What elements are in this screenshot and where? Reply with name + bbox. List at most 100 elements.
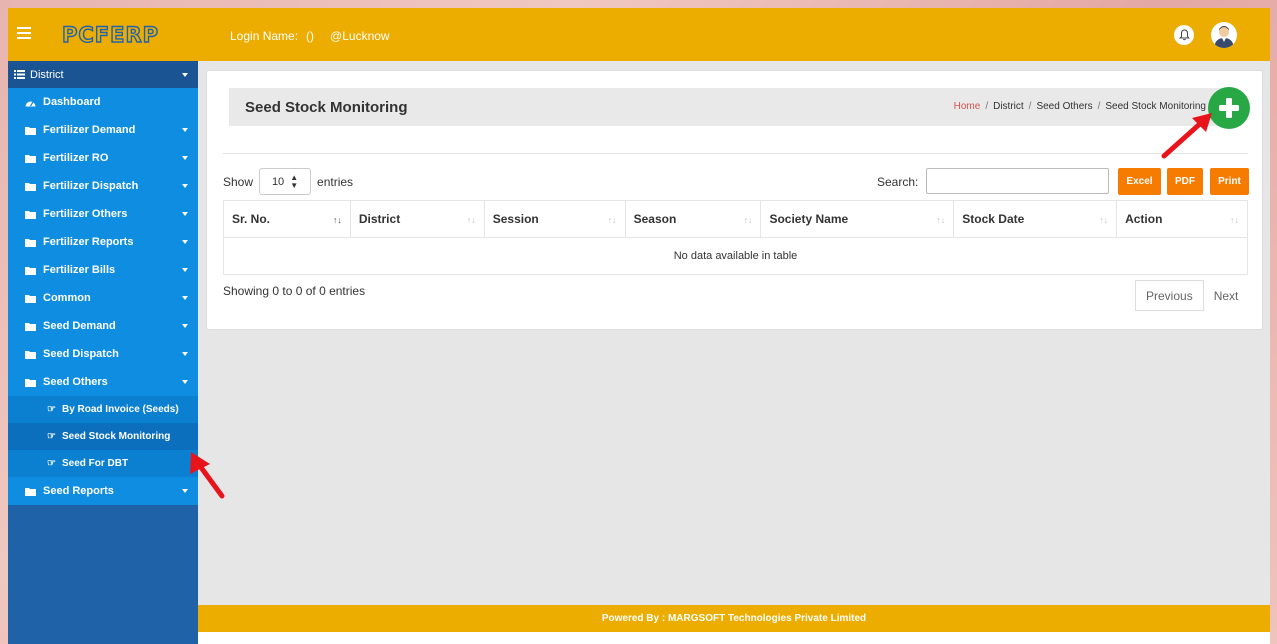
folder-icon xyxy=(25,350,37,359)
sidebar-item-label: Seed Reports xyxy=(43,485,114,497)
footer-text: Powered By : MARGSOFT Technologies Priva… xyxy=(601,613,867,624)
chevron-down-icon xyxy=(182,73,188,77)
sort-icon: ↑↓ xyxy=(936,215,946,225)
sidebar-item-fertilizer-ro[interactable]: Fertilizer RO xyxy=(8,144,198,172)
content-card: Seed Stock Monitoring Home / District / Seed… xyxy=(206,70,1263,330)
column-header-session[interactable]: Session ↑↓ xyxy=(483,200,626,238)
divider xyxy=(223,153,1248,154)
hand-pointer-icon: ☞ xyxy=(47,458,56,469)
sidebar-subitem-seed-stock-monitoring[interactable]: ☞ Seed Stock Monitoring xyxy=(8,423,198,450)
folder-icon xyxy=(25,378,37,387)
column-header-action[interactable]: Action ↑↓ xyxy=(1116,200,1248,238)
footer-strip xyxy=(198,632,1270,644)
sidebar-item-label: Dashboard xyxy=(43,96,101,108)
sidebar-subitem-seed-for-dbt[interactable]: ☞ Seed For DBT xyxy=(8,450,198,477)
page-header: Seed Stock Monitoring Home / District / Seed… xyxy=(229,88,1238,126)
sort-icon: ↑↓ xyxy=(1099,215,1109,225)
folder-icon xyxy=(25,487,37,496)
hand-pointer-icon: ☞ xyxy=(47,404,56,415)
chevron-down-icon xyxy=(182,128,188,132)
login-location: @Lucknow xyxy=(330,29,390,43)
sort-icon: ↑↓ xyxy=(466,215,476,225)
bell-icon[interactable] xyxy=(1174,25,1194,45)
sidebar-section-district[interactable]: District xyxy=(8,61,198,88)
annotation-arrow-icon xyxy=(190,452,225,499)
excel-button[interactable]: Excel xyxy=(1118,168,1161,195)
sidebar-item-dashboard[interactable]: Dashboard xyxy=(8,88,198,116)
app-logo[interactable]: PCFERP xyxy=(61,23,159,46)
page-title: Seed Stock Monitoring xyxy=(245,98,408,116)
chevron-down-icon xyxy=(182,184,188,188)
pagination: Previous Next xyxy=(1135,280,1249,311)
breadcrumb-district[interactable]: District xyxy=(993,101,1024,112)
sidebar-item-label: Seed Demand xyxy=(43,320,116,332)
sidebar-item-common[interactable]: Common xyxy=(8,284,198,312)
sidebar-item-label: Seed Others xyxy=(43,376,108,388)
login-info: Login Name: () @Lucknow xyxy=(230,29,390,43)
sidebar-item-label: Fertilizer Bills xyxy=(43,264,116,276)
top-header: PCFERP Login Name: () @Lucknow xyxy=(8,8,1270,61)
sidebar-item-fertilizer-reports[interactable]: Fertilizer Reports xyxy=(8,228,198,256)
dashboard-icon xyxy=(25,98,37,107)
sidebar-item-fertilizer-others[interactable]: Fertilizer Others xyxy=(8,200,198,228)
print-button[interactable]: Print xyxy=(1210,168,1249,195)
sidebar-item-label: Fertilizer Others xyxy=(43,208,128,220)
user-avatar-icon[interactable] xyxy=(1211,22,1237,48)
table-info: Showing 0 to 0 of 0 entries xyxy=(223,284,366,298)
breadcrumb-home[interactable]: Home xyxy=(954,101,981,112)
select-arrows-icon: ▲ ▼ xyxy=(290,172,299,190)
chevron-down-icon xyxy=(182,380,188,384)
column-header-stock-date[interactable]: Stock Date ↑↓ xyxy=(953,200,1117,238)
sidebar-item-label: Common xyxy=(43,292,91,304)
sidebar-subitem-label: Seed Stock Monitoring xyxy=(61,431,171,442)
entries-label: entries xyxy=(317,174,354,189)
chevron-down-icon xyxy=(182,324,188,328)
footer: Powered By : MARGSOFT Technologies Priva… xyxy=(198,605,1270,632)
list-icon xyxy=(14,70,25,79)
folder-icon xyxy=(25,294,37,303)
empty-table-message: No data available in table xyxy=(223,237,1248,275)
sidebar: District Dashboard Fertilizer Demand Fer… xyxy=(8,61,198,644)
sort-icon: ↑↓ xyxy=(1230,215,1239,225)
column-header-district[interactable]: District ↑↓ xyxy=(349,200,485,238)
data-table: Sr. No. ↑↓ District ↑↓ Session ↑↓ Season ↑↓ … xyxy=(223,200,1248,275)
folder-icon xyxy=(25,126,37,135)
menu-toggle-icon[interactable] xyxy=(17,27,31,39)
sidebar-item-label: Fertilizer RO xyxy=(43,152,109,164)
folder-icon xyxy=(25,182,37,191)
sidebar-item-seed-others[interactable]: Seed Others xyxy=(8,368,198,396)
chevron-down-icon xyxy=(182,352,188,356)
previous-page-button[interactable]: Previous xyxy=(1135,280,1204,311)
breadcrumb-seed-others[interactable]: Seed Others xyxy=(1036,101,1092,112)
sidebar-section-label: District xyxy=(30,68,64,81)
annotation-arrow-icon xyxy=(1161,113,1212,159)
sidebar-item-fertilizer-demand[interactable]: Fertilizer Demand xyxy=(8,116,198,144)
sidebar-subitem-label: By Road Invoice (Seeds) xyxy=(61,404,179,415)
column-header-society-name[interactable]: Society Name ↑↓ xyxy=(760,200,954,238)
sidebar-item-fertilizer-dispatch[interactable]: Fertilizer Dispatch xyxy=(8,172,198,200)
login-user: () xyxy=(306,29,315,43)
chevron-down-icon xyxy=(182,240,188,244)
sort-icon: ↑↓ xyxy=(332,215,342,225)
sidebar-item-label: Seed Dispatch xyxy=(43,348,119,360)
sidebar-subitem-by-road-invoice[interactable]: ☞ By Road Invoice (Seeds) xyxy=(8,396,198,423)
search-input[interactable] xyxy=(926,168,1109,194)
next-page-button[interactable]: Next xyxy=(1203,280,1249,311)
sidebar-item-seed-dispatch[interactable]: Seed Dispatch xyxy=(8,340,198,368)
hand-pointer-icon: ☞ xyxy=(47,431,56,442)
entries-length-select[interactable]: 10 ▲ ▼ xyxy=(259,168,312,195)
table-row-empty: No data available in table xyxy=(223,237,1248,275)
pdf-button[interactable]: PDF xyxy=(1167,168,1203,195)
sidebar-item-seed-reports[interactable]: Seed Reports xyxy=(8,477,198,505)
column-header-season[interactable]: Season ↑↓ xyxy=(624,200,761,238)
sidebar-item-seed-demand[interactable]: Seed Demand xyxy=(8,312,198,340)
show-label: Show xyxy=(223,174,254,189)
sort-icon: ↑↓ xyxy=(607,215,617,225)
sort-icon: ↑↓ xyxy=(743,215,753,225)
chevron-down-icon xyxy=(182,156,188,160)
folder-icon xyxy=(25,154,37,163)
sidebar-item-fertilizer-bills[interactable]: Fertilizer Bills xyxy=(8,256,198,284)
length-control: Show 10 ▲ ▼ entries xyxy=(223,168,353,195)
column-header-sr-no[interactable]: Sr. No. ↑↓ xyxy=(223,200,351,238)
chevron-down-icon xyxy=(182,212,188,216)
